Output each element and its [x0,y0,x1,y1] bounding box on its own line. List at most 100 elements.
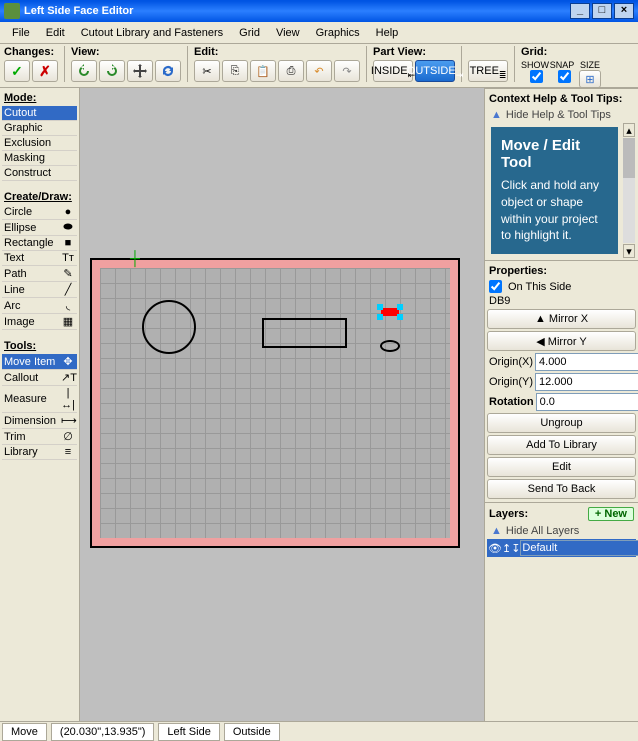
tools-header: Tools: [2,338,77,354]
grid-snap-checkbox[interactable] [558,70,571,83]
grid-size-button[interactable]: ⊞ [579,70,601,88]
rotation-input[interactable] [536,393,638,411]
rotate-right-button[interactable] [99,60,125,82]
rotate-left-icon [76,63,92,79]
draw-header: Create/Draw: [2,189,77,205]
app-icon [4,3,20,19]
draw-line[interactable]: Line╱ [2,282,77,298]
menu-help[interactable]: Help [368,25,407,41]
move-tool-icon: ✥ [61,355,75,368]
mode-masking[interactable]: Masking [2,151,77,166]
check-icon: ✓ [11,63,23,80]
mirror-y-button[interactable]: ◀ Mirror Y [487,331,636,351]
text-icon: Tᴛ [61,252,75,264]
toolbar-edit-label: Edit: [194,46,360,58]
mode-construct[interactable]: Construct [2,166,77,181]
up-icon[interactable]: ↥ [502,542,511,555]
mode-cutout[interactable]: Cutout [2,106,77,121]
menu-cutout-library[interactable]: Cutout Library and Fasteners [73,25,231,41]
help-body: Click and hold any object or shape withi… [501,177,608,244]
mode-graphic[interactable]: Graphic [2,121,77,136]
menu-grid[interactable]: Grid [231,25,268,41]
hide-layers-button[interactable]: ▲Hide All Layers [487,523,636,539]
redo-button[interactable]: ↷ [334,60,360,82]
canvas[interactable]: ┼ [80,88,484,722]
rectangle-icon: ■ [61,237,75,249]
object-rectangle[interactable] [262,318,347,348]
draw-ellipse[interactable]: Ellipse⬬ [2,220,77,236]
close-button[interactable]: × [614,3,634,19]
ungroup-button[interactable]: Ungroup [487,413,636,433]
origin-y-input[interactable] [535,373,638,391]
grid-show-checkbox[interactable] [530,70,543,83]
callout-icon: ↗T [61,371,75,384]
menu-file[interactable]: File [4,25,38,41]
draw-rectangle[interactable]: Rectangle■ [2,236,77,251]
tool-callout[interactable]: Callout↗T [2,370,77,386]
tool-move[interactable]: Move Item✥ [2,354,77,370]
new-layer-button[interactable]: + New [588,507,634,521]
draw-path[interactable]: Path✎ [2,266,77,282]
tree-button[interactable]: TREE≣ [468,60,508,82]
arc-icon: ◟ [61,299,75,312]
object-selected-db9[interactable] [381,308,399,316]
origin-x-input[interactable] [535,353,638,371]
rotate-left-button[interactable] [71,60,97,82]
edit-button[interactable]: Edit [487,457,636,477]
collapse-icon: ▲ [491,109,502,121]
status-mode: Move [2,723,47,741]
outside-button[interactable]: OUTSIDE⇥ [415,60,455,82]
origin-marker: ┼ [130,250,140,266]
down-icon[interactable]: ↧ [511,542,520,555]
menu-bar: File Edit Cutout Library and Fasteners G… [0,22,638,44]
on-this-side-checkbox[interactable] [489,280,502,293]
object-circle[interactable] [142,300,196,354]
measure-icon: |↔| [61,387,75,411]
eye-icon[interactable]: 👁 [488,542,502,555]
draw-image[interactable]: Image▦ [2,314,77,330]
scissors-icon: ✂ [202,65,211,78]
undo-button[interactable]: ↶ [306,60,332,82]
properties-header: Properties: [487,263,636,279]
layer-name-input[interactable] [520,540,638,556]
tool-library[interactable]: Library≡ [2,445,77,460]
paste-special-button[interactable]: ⎙ [278,60,304,82]
pan-button[interactable] [127,60,153,82]
tool-trim[interactable]: Trim∅ [2,429,77,445]
cut-button[interactable]: ✂ [194,60,220,82]
menu-edit[interactable]: Edit [38,25,73,41]
cross-icon: ✗ [39,63,51,80]
ellipse-icon: ⬬ [61,221,75,234]
mode-exclusion[interactable]: Exclusion [2,136,77,151]
line-icon: ╱ [61,283,75,296]
paste-button[interactable]: 📋 [250,60,276,82]
draw-circle[interactable]: Circle● [2,205,77,220]
dimension-icon: ⟼ [61,414,75,427]
layer-default[interactable]: 👁 ↥ ↧ [487,539,636,557]
mode-header: Mode: [2,90,77,106]
refresh-button[interactable] [155,60,181,82]
status-view: Outside [224,723,280,741]
copy-icon: ⎘ [231,65,240,78]
menu-graphics[interactable]: Graphics [308,25,368,41]
add-to-library-button[interactable]: Add To Library [487,435,636,455]
draw-text[interactable]: TextTᴛ [2,251,77,266]
copy-button[interactable]: ⎘ [222,60,248,82]
tool-measure[interactable]: Measure|↔| [2,386,77,413]
toolbar-changes-label: Changes: [4,46,58,58]
help-scroll-up[interactable]: ▴ [623,123,635,137]
minimize-button[interactable]: _ [570,3,590,19]
send-to-back-button[interactable]: Send To Back [487,479,636,499]
help-scroll-down[interactable]: ▾ [623,244,635,258]
accept-button[interactable]: ✓ [4,60,30,82]
context-help-header: Context Help & Tool Tips: [487,91,636,107]
mirror-x-button[interactable]: ▲ Mirror X [487,309,636,329]
object-ellipse[interactable] [380,340,400,352]
reject-button[interactable]: ✗ [32,60,58,82]
menu-view[interactable]: View [268,25,308,41]
tool-dimension[interactable]: Dimension⟼ [2,413,77,429]
draw-arc[interactable]: Arc◟ [2,298,77,314]
hide-help-button[interactable]: ▲Hide Help & Tool Tips [487,107,636,123]
help-panel: Move / Edit Tool Click and hold any obje… [491,127,618,254]
maximize-button[interactable]: □ [592,3,612,19]
